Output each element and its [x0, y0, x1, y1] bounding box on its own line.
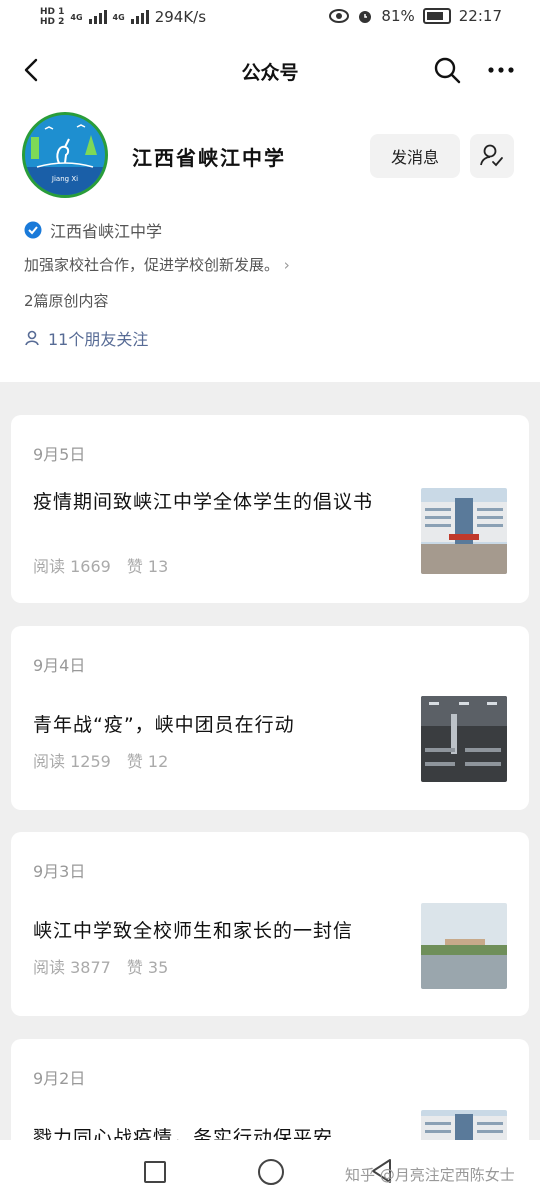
friends-following[interactable]: 11个朋友关注 [24, 326, 148, 350]
article-date: 9月2日 [33, 1069, 86, 1088]
account-logo[interactable]: Jiang Xi [22, 112, 108, 198]
article-card[interactable]: 9月3日 峡江中学致全校师生和家长的一封信 阅读 3877 赞 35 [11, 832, 529, 1016]
article-thumbnail[interactable] [421, 903, 507, 989]
crane-logo-icon [25, 124, 105, 195]
article-card[interactable]: 9月2日 戮力同心战疫情，务实行动保平安 [11, 1039, 529, 1140]
status-left: HD 1 HD 2 4G 4G 294K/s [40, 7, 206, 27]
verified-row: 江西省峡江中学 [24, 218, 162, 242]
original-content-count[interactable]: 2篇原创内容 [24, 290, 109, 311]
nav-bar: 公众号 [0, 36, 540, 102]
article-card[interactable]: 9月4日 青年战“疫”，峡中团员在行动 阅读 1259 赞 12 [11, 626, 529, 810]
send-message-button[interactable]: 发消息 [370, 134, 460, 178]
verified-name: 江西省峡江中学 [50, 222, 163, 241]
read-count: 阅读 1259 [33, 752, 111, 771]
home-button[interactable] [258, 1159, 284, 1185]
account-name: 江西省峡江中学 [132, 146, 286, 170]
article-meta: 阅读 1669 赞 13 [33, 553, 168, 577]
school-building-image [421, 488, 507, 574]
recent-apps-button[interactable] [144, 1161, 166, 1183]
article-meta: 阅读 1259 赞 12 [33, 748, 168, 772]
battery-percent: 81% [381, 7, 415, 25]
watermark: 知乎 @月亮注定西陈女士 [345, 1166, 515, 1184]
verified-icon [24, 221, 42, 239]
person-icon [25, 330, 39, 346]
article-card[interactable]: 9月5日 疫情期间致峡江中学全体学生的倡议书 阅读 1669 赞 13 [11, 415, 529, 603]
article-date: 9月4日 [33, 656, 86, 675]
signal2-icon [130, 10, 149, 24]
network1-label: 4G [70, 12, 83, 22]
user-check-icon [480, 144, 503, 167]
account-description[interactable]: 加强家校社合作，促进学校创新发展。 › [24, 254, 290, 275]
status-bar: HD 1 HD 2 4G 4G 294K/s 81% 22:17 [0, 0, 540, 36]
friends-following-text: 11个朋友关注 [48, 330, 149, 349]
article-title[interactable]: 戮力同心战疫情，务实行动保平安 [33, 1123, 411, 1140]
dining-hall-image [421, 696, 507, 782]
more-icon[interactable] [486, 56, 516, 84]
school-building-image [421, 1110, 507, 1140]
logo-text: Jiang Xi [51, 175, 79, 183]
article-title[interactable]: 青年战“疫”，峡中团员在行动 [33, 710, 411, 740]
signal1-icon [88, 10, 107, 24]
read-count: 阅读 1669 [33, 557, 111, 576]
status-right: 81% 22:17 [329, 7, 502, 25]
campus-lake-image [421, 903, 507, 989]
description-text: 加强家校社合作，促进学校创新发展。 [24, 256, 280, 274]
article-title[interactable]: 峡江中学致全校师生和家长的一封信 [33, 916, 411, 946]
like-count: 赞 13 [126, 557, 169, 576]
alarm-icon [359, 11, 372, 23]
chevron-right-icon: › [283, 256, 290, 274]
read-count: 阅读 3877 [33, 958, 111, 977]
follow-settings-button[interactable] [470, 134, 514, 178]
article-thumbnail[interactable] [421, 488, 507, 574]
sim2-label: HD 2 [40, 17, 65, 27]
search-icon[interactable] [433, 56, 461, 84]
article-date: 9月3日 [33, 862, 86, 881]
article-thumbnail[interactable] [421, 1110, 507, 1140]
sim-indicators: HD 1 HD 2 [40, 7, 64, 27]
clock: 22:17 [458, 7, 502, 25]
eye-icon [329, 9, 350, 23]
battery-icon [422, 8, 451, 24]
article-thumbnail[interactable] [421, 696, 507, 782]
sim1-label: HD 1 [40, 7, 65, 17]
like-count: 赞 35 [126, 958, 169, 977]
network-speed: 294K/s [154, 8, 207, 26]
article-title[interactable]: 疫情期间致峡江中学全体学生的倡议书 [33, 487, 411, 517]
like-count: 赞 12 [126, 752, 169, 771]
account-profile: Jiang Xi 江西省峡江中学 发消息 江西省峡江中学 加强家校社合作，促进学… [0, 102, 540, 382]
article-date: 9月5日 [33, 445, 86, 464]
article-meta: 阅读 3877 赞 35 [33, 954, 168, 978]
network2-label: 4G [112, 12, 125, 22]
